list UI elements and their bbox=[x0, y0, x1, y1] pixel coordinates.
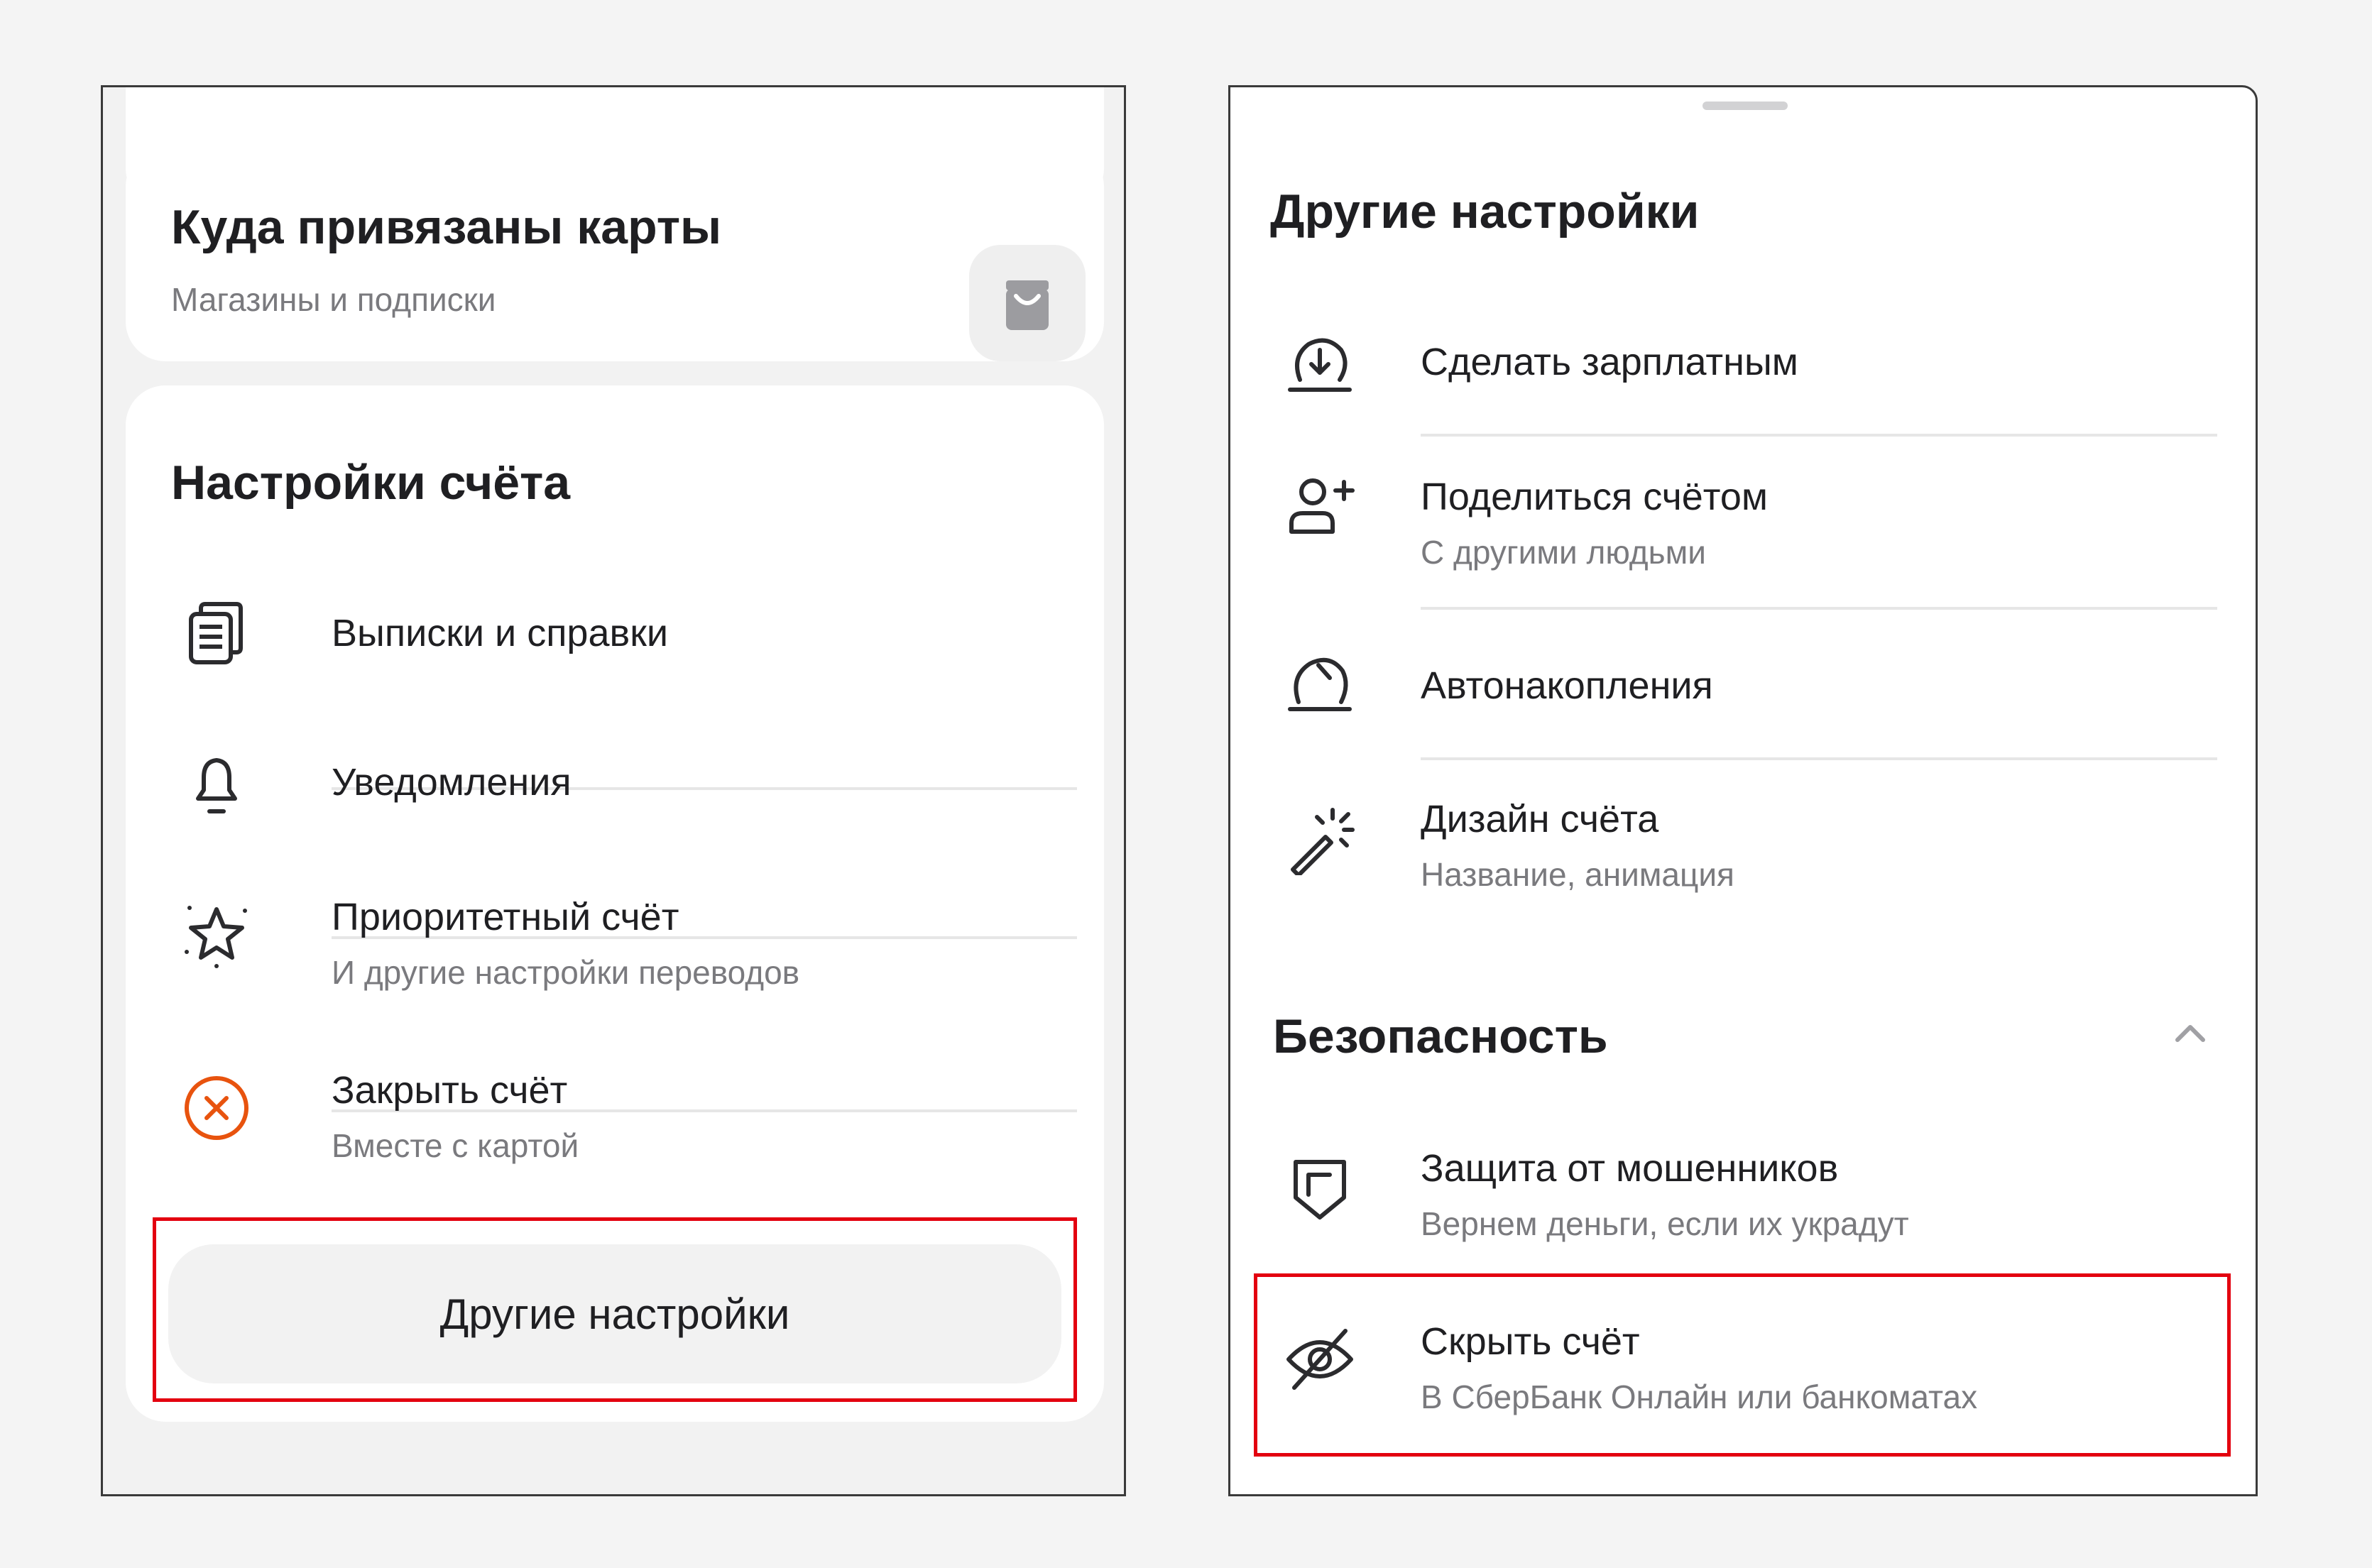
add-user-icon bbox=[1284, 471, 1355, 542]
menu-item-auto-savings[interactable]: Автонакопления bbox=[1421, 664, 1713, 708]
menu-item-statements[interactable]: Выписки и справки bbox=[332, 611, 668, 655]
shopping-bag-icon[interactable] bbox=[969, 245, 1086, 361]
menu-item-notifications[interactable]: Уведомления bbox=[332, 760, 572, 804]
account-settings-title: Настройки счёта bbox=[171, 456, 571, 510]
menu-item-account-design[interactable]: Дизайн счёта bbox=[1421, 797, 1658, 841]
menu-item-account-design-sub: Название, анимация bbox=[1421, 856, 1734, 893]
menu-item-priority-account[interactable]: Приоритетный счёт bbox=[332, 895, 679, 939]
divider bbox=[1421, 757, 2217, 760]
linked-cards-title: Куда привязаны карты bbox=[171, 200, 722, 254]
chevron-up-icon[interactable] bbox=[2168, 1010, 2213, 1056]
divider bbox=[1421, 434, 2217, 437]
linked-cards-card[interactable]: Куда привязаны карты Магазины и подписки bbox=[126, 147, 1104, 361]
linked-cards-subtitle: Магазины и подписки bbox=[171, 281, 496, 318]
download-circle-icon bbox=[1284, 329, 1355, 400]
security-section-title: Безопасность bbox=[1273, 1009, 1608, 1063]
star-icon bbox=[181, 898, 252, 969]
close-circle-icon bbox=[181, 1073, 252, 1144]
menu-item-share-account[interactable]: Поделиться счётом bbox=[1421, 475, 1768, 519]
magic-wand-icon bbox=[1284, 804, 1355, 875]
divider bbox=[1421, 607, 2217, 610]
documents-icon bbox=[181, 598, 252, 669]
menu-item-fraud-protection-sub: Вернем деньги, если их украдут bbox=[1421, 1205, 1909, 1242]
bell-icon bbox=[181, 749, 252, 820]
highlight-frame bbox=[1254, 1273, 2231, 1457]
sheet-title: Другие настройки bbox=[1270, 185, 1700, 239]
menu-item-close-account-sub: Вместе с картой bbox=[332, 1127, 579, 1164]
gauge-icon bbox=[1284, 648, 1355, 719]
menu-item-priority-account-sub: И другие настройки переводов bbox=[332, 954, 800, 991]
menu-item-salary[interactable]: Сделать зарплатным bbox=[1421, 340, 1798, 384]
menu-item-close-account[interactable]: Закрыть счёт bbox=[332, 1068, 567, 1112]
menu-item-fraud-protection[interactable]: Защита от мошенников bbox=[1421, 1146, 1838, 1190]
drag-handle[interactable] bbox=[1703, 102, 1788, 110]
other-settings-button[interactable]: Другие настройки bbox=[168, 1244, 1061, 1383]
shield-icon bbox=[1284, 1152, 1355, 1223]
menu-item-share-account-sub: С другими людьми bbox=[1421, 534, 1706, 571]
account-screen: Куда привязаны карты Магазины и подписки… bbox=[101, 85, 1126, 1496]
